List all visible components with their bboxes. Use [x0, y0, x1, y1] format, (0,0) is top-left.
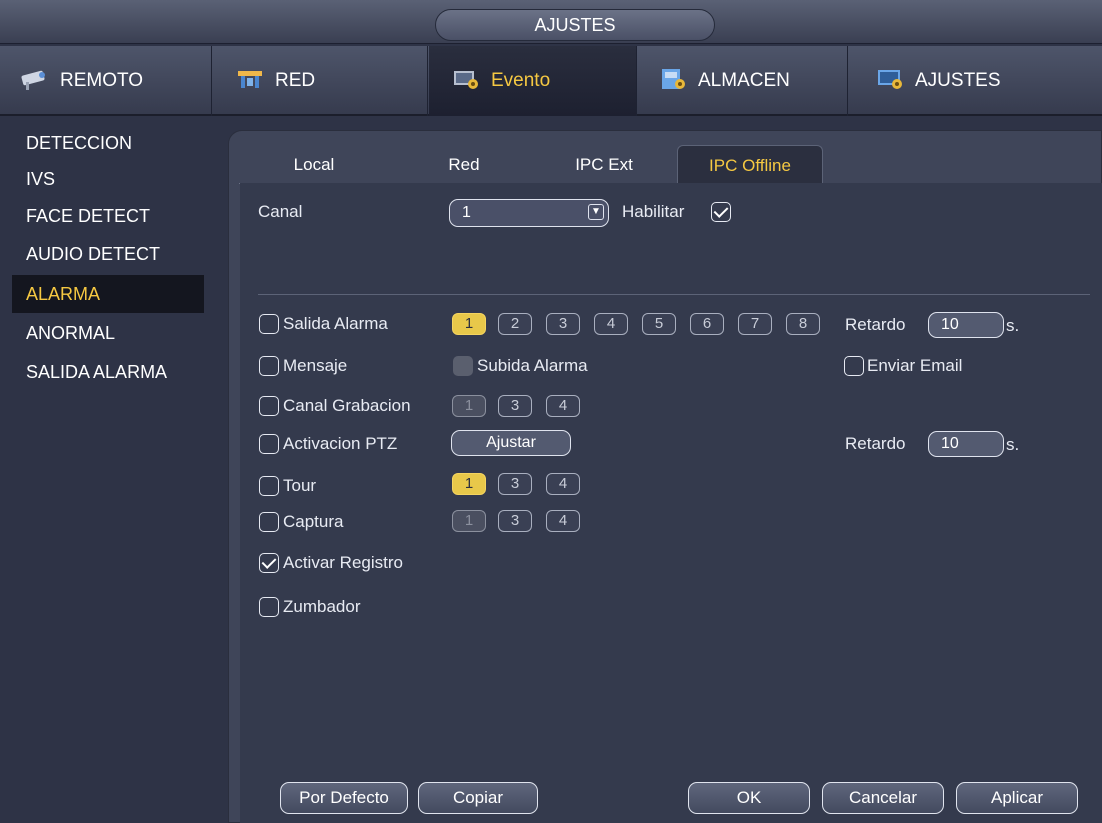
tab-evento-label: Evento [491, 70, 551, 91]
sidebar-item-audio-detect[interactable]: AUDIO DETECT [12, 235, 204, 273]
canal-select[interactable]: 1 ▼ [449, 199, 609, 227]
subtab-ipc-ext[interactable]: IPC Ext [549, 145, 659, 185]
salida-alarma-channel-5[interactable]: 5 [642, 313, 676, 335]
sidebar: DETECCION IVS FACE DETECT AUDIO DETECT A… [0, 118, 210, 823]
salida-alarma-channel-4[interactable]: 4 [594, 313, 628, 335]
tab-almacen-label: ALMACEN [698, 70, 790, 91]
network-icon [238, 70, 262, 88]
sidebar-item-face-detect[interactable]: FACE DETECT [12, 197, 204, 235]
sidebar-item-alarma[interactable]: ALARMA [12, 275, 204, 313]
tab-almacen[interactable]: ALMACEN [638, 46, 848, 116]
captura-channel-4[interactable]: 4 [546, 510, 580, 532]
copiar-button[interactable]: Copiar [418, 782, 538, 814]
canal-grabacion-channel-4[interactable]: 4 [546, 395, 580, 417]
habilitar-checkbox[interactable] [711, 202, 731, 222]
salida-alarma-channel-7[interactable]: 7 [738, 313, 772, 335]
zumbador-label: Zumbador [283, 597, 361, 616]
tour-channel-3[interactable]: 3 [498, 473, 532, 495]
cancelar-button[interactable]: Cancelar [822, 782, 944, 814]
tab-ajustes-label: AJUSTES [915, 70, 1001, 91]
event-icon [454, 70, 478, 89]
aplicar-button[interactable]: Aplicar [956, 782, 1078, 814]
tour-channel-4[interactable]: 4 [546, 473, 580, 495]
canal-grabacion-label: Canal Grabacion [283, 396, 411, 415]
salida-alarma-label: Salida Alarma [283, 314, 388, 333]
tab-remoto[interactable]: REMOTO [0, 46, 212, 116]
ok-button[interactable]: OK [688, 782, 810, 814]
activar-registro-checkbox[interactable] [259, 553, 279, 573]
canal-grabacion-channel-1[interactable]: 1 [452, 395, 486, 417]
tab-evento[interactable]: Evento [429, 46, 637, 116]
activacion-ptz-label: Activacion PTZ [283, 434, 398, 453]
captura-label: Captura [283, 512, 344, 531]
ajustar-button[interactable]: Ajustar [451, 430, 571, 456]
tab-red-label: RED [275, 70, 316, 91]
form-area [240, 183, 1102, 823]
salida-alarma-channel-6[interactable]: 6 [690, 313, 724, 335]
settings-icon [878, 69, 902, 89]
canal-label: Canal [258, 202, 303, 221]
mensaje-label: Mensaje [283, 356, 348, 375]
captura-checkbox[interactable] [259, 512, 279, 532]
tab-red[interactable]: RED [213, 46, 428, 116]
storage-icon [662, 68, 685, 89]
tour-checkbox[interactable] [259, 476, 279, 496]
retardo-ptz-label: Retardo [845, 434, 906, 453]
camera-icon [21, 70, 45, 90]
tour-label: Tour [283, 476, 317, 495]
salida-alarma-checkbox[interactable] [259, 314, 279, 334]
retardo-input[interactable]: 10 [928, 312, 1004, 338]
tab-ajustes[interactable]: AJUSTES [849, 46, 1065, 116]
retardo-unit: s. [1006, 316, 1020, 335]
window-title: AJUSTES [435, 9, 715, 41]
retardo-ptz-unit: s. [1006, 435, 1020, 454]
canal-select-value: 1 [462, 204, 471, 221]
retardo-label: Retardo [845, 315, 906, 334]
subtab-red[interactable]: Red [419, 145, 509, 185]
subtab-ipc-offline[interactable]: IPC Offline [677, 145, 823, 185]
salida-alarma-channel-2[interactable]: 2 [498, 313, 532, 335]
salida-alarma-channel-1[interactable]: 1 [452, 313, 486, 335]
main-tab-bar: REMOTO RED Evento ALMACEN AJUSTES [0, 46, 1102, 116]
sidebar-item-salida-alarma[interactable]: SALIDA ALARMA [12, 353, 204, 391]
habilitar-label: Habilitar [622, 202, 685, 221]
subida-alarma-checkbox[interactable] [453, 356, 473, 376]
por-defecto-button[interactable]: Por Defecto [280, 782, 408, 814]
form-divider [258, 294, 1090, 295]
subtab-local[interactable]: Local [269, 145, 359, 185]
captura-channel-3[interactable]: 3 [498, 510, 532, 532]
tour-channel-1[interactable]: 1 [452, 473, 486, 495]
subida-alarma-label: Subida Alarma [477, 356, 588, 375]
enviar-email-checkbox[interactable] [844, 356, 864, 376]
salida-alarma-channel-8[interactable]: 8 [786, 313, 820, 335]
retardo-ptz-input[interactable]: 10 [928, 431, 1004, 457]
captura-channel-1[interactable]: 1 [452, 510, 486, 532]
zumbador-checkbox[interactable] [259, 597, 279, 617]
activar-registro-label: Activar Registro [283, 553, 403, 572]
sidebar-item-anormal[interactable]: ANORMAL [12, 314, 204, 352]
enviar-email-label: Enviar Email [867, 356, 963, 375]
sidebar-item-deteccion[interactable]: DETECCION [12, 124, 204, 162]
chevron-down-icon: ▼ [588, 204, 604, 220]
salida-alarma-channel-3[interactable]: 3 [546, 313, 580, 335]
tab-remoto-label: REMOTO [60, 70, 144, 91]
sidebar-item-ivs[interactable]: IVS [12, 160, 204, 198]
title-bar: AJUSTES [0, 0, 1102, 44]
mensaje-checkbox[interactable] [259, 356, 279, 376]
canal-grabacion-checkbox[interactable] [259, 396, 279, 416]
activacion-ptz-checkbox[interactable] [259, 434, 279, 454]
canal-grabacion-channel-3[interactable]: 3 [498, 395, 532, 417]
